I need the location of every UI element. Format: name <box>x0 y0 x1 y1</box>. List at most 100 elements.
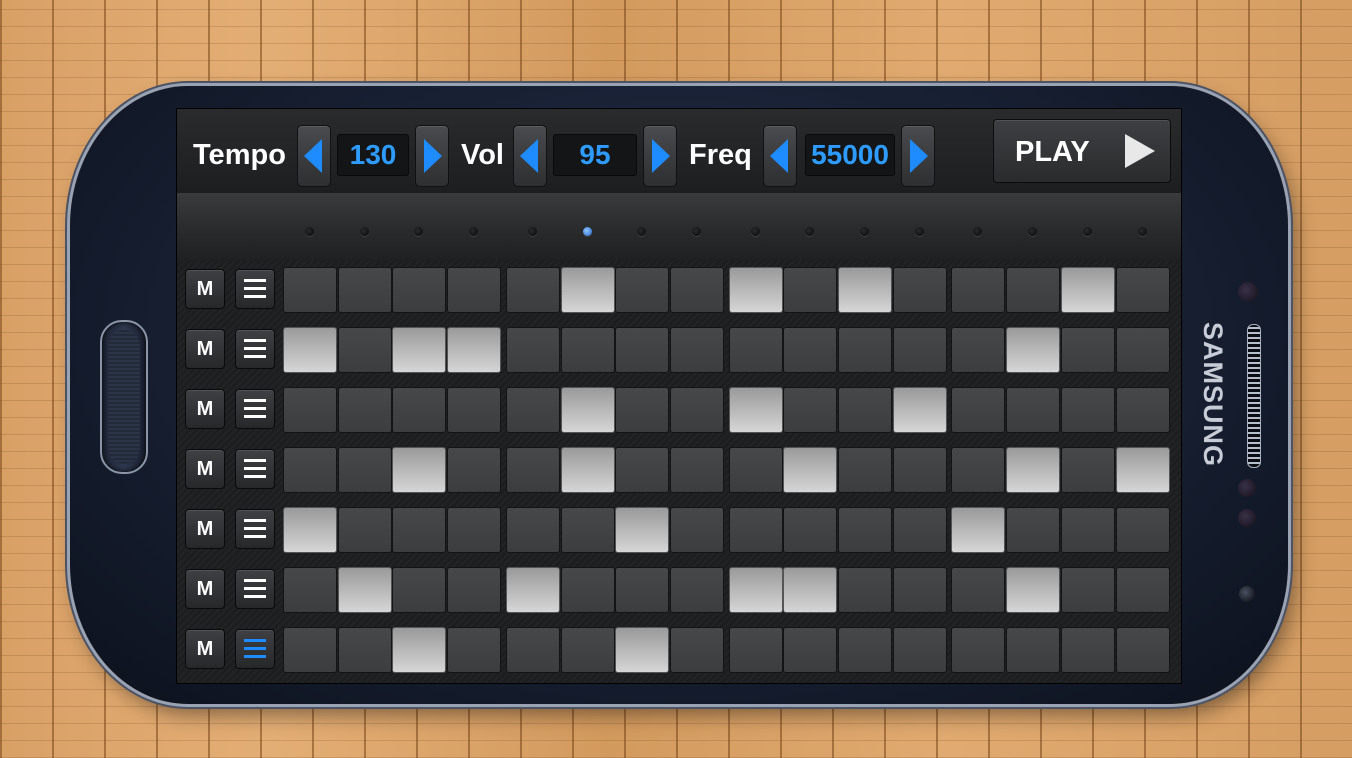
step-cell[interactable] <box>1060 627 1115 673</box>
step-cell[interactable] <box>669 447 724 493</box>
step-cell[interactable] <box>669 507 724 553</box>
track-menu-button[interactable] <box>235 329 275 369</box>
mute-button[interactable]: M <box>185 329 225 369</box>
step-cell[interactable] <box>838 447 892 493</box>
step-cell[interactable] <box>560 267 615 313</box>
step-cell[interactable] <box>838 627 892 673</box>
step-cell[interactable] <box>728 327 783 373</box>
step-cell[interactable] <box>283 267 337 313</box>
step-cell[interactable] <box>392 567 447 613</box>
step-cell[interactable] <box>283 567 337 613</box>
step-cell[interactable] <box>283 327 337 373</box>
step-cell[interactable] <box>1115 267 1170 313</box>
step-cell[interactable] <box>1115 447 1170 493</box>
step-cell[interactable] <box>1060 327 1115 373</box>
step-cell[interactable] <box>1060 387 1115 433</box>
step-cell[interactable] <box>392 327 447 373</box>
step-cell[interactable] <box>951 327 1006 373</box>
step-cell[interactable] <box>728 507 783 553</box>
volume-decrease-button[interactable] <box>513 125 547 187</box>
step-cell[interactable] <box>1006 627 1061 673</box>
frequency-decrease-button[interactable] <box>763 125 797 187</box>
step-cell[interactable] <box>337 447 392 493</box>
mute-button[interactable]: M <box>185 509 225 549</box>
step-cell[interactable] <box>447 507 502 553</box>
step-cell[interactable] <box>669 327 724 373</box>
step-cell[interactable] <box>447 387 502 433</box>
step-cell[interactable] <box>505 267 560 313</box>
step-cell[interactable] <box>1060 447 1115 493</box>
step-cell[interactable] <box>892 327 947 373</box>
home-button[interactable] <box>100 320 148 474</box>
mute-button[interactable]: M <box>185 629 225 669</box>
step-cell[interactable] <box>951 387 1006 433</box>
step-cell[interactable] <box>669 387 724 433</box>
step-cell[interactable] <box>728 627 783 673</box>
step-cell[interactable] <box>447 267 502 313</box>
step-cell[interactable] <box>615 507 670 553</box>
step-cell[interactable] <box>283 447 337 493</box>
step-cell[interactable] <box>560 387 615 433</box>
step-cell[interactable] <box>783 447 838 493</box>
track-menu-button[interactable] <box>235 389 275 429</box>
step-cell[interactable] <box>1115 507 1170 553</box>
step-cell[interactable] <box>892 387 947 433</box>
frequency-increase-button[interactable] <box>901 125 935 187</box>
step-cell[interactable] <box>892 507 947 553</box>
mute-button[interactable]: M <box>185 269 225 309</box>
step-cell[interactable] <box>951 567 1006 613</box>
step-cell[interactable] <box>1115 567 1170 613</box>
step-cell[interactable] <box>505 447 560 493</box>
step-cell[interactable] <box>838 267 892 313</box>
step-cell[interactable] <box>728 387 783 433</box>
step-cell[interactable] <box>560 567 615 613</box>
step-cell[interactable] <box>392 447 447 493</box>
step-cell[interactable] <box>560 627 615 673</box>
step-cell[interactable] <box>838 507 892 553</box>
track-menu-button[interactable] <box>235 629 275 669</box>
step-cell[interactable] <box>1006 267 1061 313</box>
step-cell[interactable] <box>783 387 838 433</box>
step-cell[interactable] <box>337 627 392 673</box>
step-cell[interactable] <box>892 627 947 673</box>
step-cell[interactable] <box>337 507 392 553</box>
step-cell[interactable] <box>447 447 502 493</box>
step-cell[interactable] <box>838 387 892 433</box>
step-cell[interactable] <box>615 567 670 613</box>
step-cell[interactable] <box>1060 507 1115 553</box>
step-cell[interactable] <box>892 447 947 493</box>
step-cell[interactable] <box>783 627 838 673</box>
mute-button[interactable]: M <box>185 449 225 489</box>
step-cell[interactable] <box>505 507 560 553</box>
track-menu-button[interactable] <box>235 509 275 549</box>
step-cell[interactable] <box>505 387 560 433</box>
step-cell[interactable] <box>560 327 615 373</box>
step-cell[interactable] <box>669 567 724 613</box>
step-cell[interactable] <box>337 387 392 433</box>
step-cell[interactable] <box>392 387 447 433</box>
step-cell[interactable] <box>447 567 502 613</box>
play-button[interactable]: PLAY <box>993 119 1171 183</box>
track-menu-button[interactable] <box>235 269 275 309</box>
mute-button[interactable]: M <box>185 389 225 429</box>
step-cell[interactable] <box>1115 387 1170 433</box>
step-cell[interactable] <box>951 447 1006 493</box>
step-cell[interactable] <box>337 327 392 373</box>
step-cell[interactable] <box>505 327 560 373</box>
step-cell[interactable] <box>783 327 838 373</box>
step-cell[interactable] <box>951 507 1006 553</box>
step-cell[interactable] <box>505 567 560 613</box>
step-cell[interactable] <box>615 387 670 433</box>
volume-increase-button[interactable] <box>643 125 677 187</box>
tempo-increase-button[interactable] <box>415 125 449 187</box>
step-cell[interactable] <box>283 387 337 433</box>
step-cell[interactable] <box>615 267 670 313</box>
step-cell[interactable] <box>951 627 1006 673</box>
step-cell[interactable] <box>560 507 615 553</box>
step-cell[interactable] <box>1006 567 1061 613</box>
step-cell[interactable] <box>337 267 392 313</box>
step-cell[interactable] <box>1060 567 1115 613</box>
step-cell[interactable] <box>951 267 1006 313</box>
step-cell[interactable] <box>392 267 447 313</box>
step-cell[interactable] <box>669 627 724 673</box>
